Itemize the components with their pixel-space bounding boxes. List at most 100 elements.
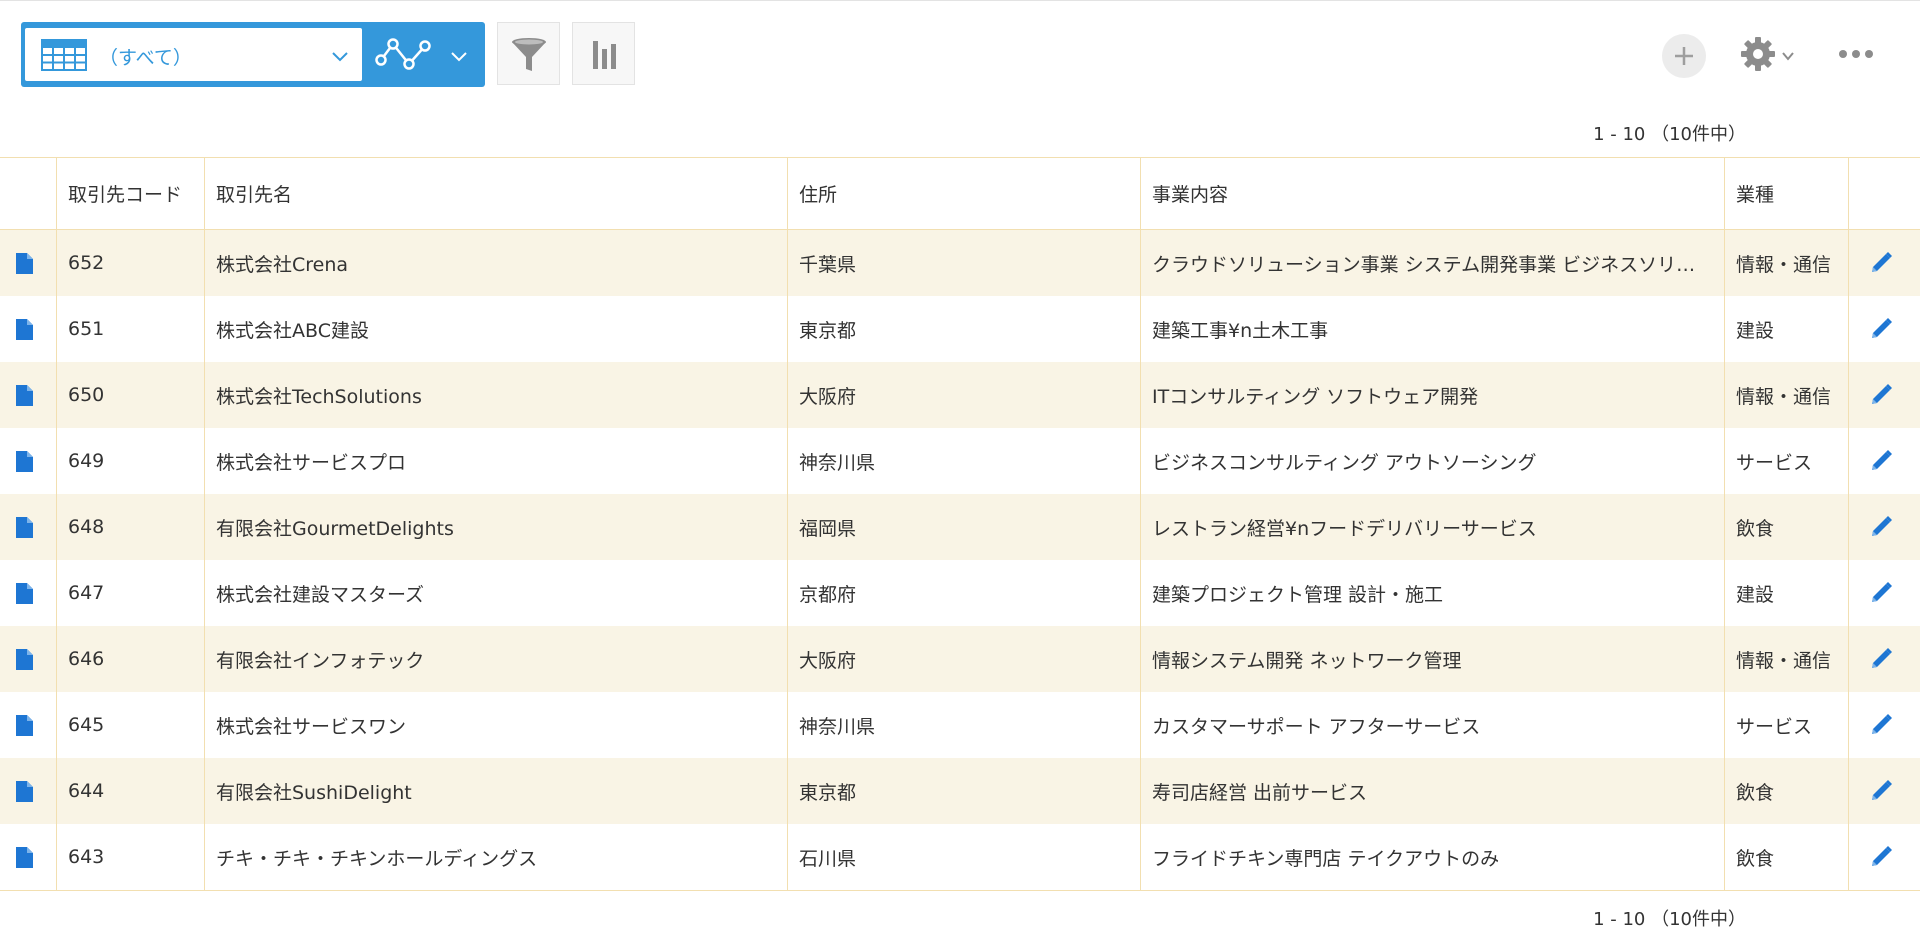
chevron-down-icon bbox=[451, 52, 467, 62]
table-icon bbox=[41, 39, 87, 71]
chart-button[interactable] bbox=[572, 22, 635, 85]
cell-detail bbox=[0, 230, 57, 296]
cell-address: 大阪府 bbox=[788, 626, 1141, 692]
cell-business: 寿司店経営 出前サービス bbox=[1141, 758, 1725, 824]
view-label: （すべて） bbox=[99, 47, 192, 69]
cell-edit bbox=[1849, 230, 1920, 296]
header-business[interactable]: 事業内容 bbox=[1141, 158, 1725, 230]
header-name[interactable]: 取引先名 bbox=[205, 158, 788, 230]
view-selector-group: （すべて） bbox=[21, 22, 485, 87]
add-record-button[interactable] bbox=[1662, 34, 1706, 78]
cell-code: 648 bbox=[57, 494, 205, 560]
header-edit-column bbox=[1849, 158, 1920, 230]
pagination-info-bottom: 1 - 10 （10件中） bbox=[1593, 909, 1746, 930]
edit-pencil-icon[interactable] bbox=[1868, 250, 1894, 276]
cell-industry: 飲食 bbox=[1725, 824, 1849, 890]
cell-business: 建築工事¥n土木工事 bbox=[1141, 296, 1725, 362]
cell-code: 652 bbox=[57, 230, 205, 296]
more-icon[interactable] bbox=[1838, 44, 1874, 64]
cell-industry: 飲食 bbox=[1725, 494, 1849, 560]
cell-industry: 建設 bbox=[1725, 296, 1849, 362]
table-row: 644 有限会社SushiDelight 東京都 寿司店経営 出前サービス 飲食 bbox=[0, 758, 1920, 824]
cell-business: レストラン経営¥nフードデリバリーサービス bbox=[1141, 494, 1725, 560]
record-detail-icon[interactable] bbox=[16, 648, 33, 670]
cell-address: 石川県 bbox=[788, 824, 1141, 890]
cell-business-text: クラウドソリューション事業 システム開発事業 ビジネスソリ… bbox=[1152, 253, 1696, 276]
cell-address: 東京都 bbox=[788, 296, 1141, 362]
edit-pencil-icon[interactable] bbox=[1868, 316, 1894, 342]
cell-address: 大阪府 bbox=[788, 362, 1141, 428]
cell-address: 千葉県 bbox=[788, 230, 1141, 296]
cell-industry: サービス bbox=[1725, 692, 1849, 758]
header-industry[interactable]: 業種 bbox=[1725, 158, 1849, 230]
settings-button[interactable] bbox=[1740, 34, 1802, 74]
cell-industry: 建設 bbox=[1725, 560, 1849, 626]
cell-business-text: フライドチキン専門店 テイクアウトのみ bbox=[1152, 847, 1500, 870]
bar-chart-icon bbox=[593, 41, 616, 69]
cell-edit bbox=[1849, 824, 1920, 890]
header-code[interactable]: 取引先コード bbox=[57, 158, 205, 230]
record-detail-icon[interactable] bbox=[16, 516, 33, 538]
cell-detail bbox=[0, 824, 57, 890]
edit-pencil-icon[interactable] bbox=[1868, 712, 1894, 738]
filter-button[interactable] bbox=[497, 22, 560, 85]
table-row: 645 株式会社サービスワン 神奈川県 カスタマーサポート アフターサービス サービス bbox=[0, 692, 1920, 758]
edit-pencil-icon[interactable] bbox=[1868, 514, 1894, 540]
table-row: 648 有限会社GourmetDelights 福岡県 レストラン経営¥nフードデリバ… bbox=[0, 494, 1920, 560]
cell-business-text: ITコンサルティング ソフトウェア開発 bbox=[1152, 385, 1479, 408]
cell-address: 神奈川県 bbox=[788, 428, 1141, 494]
top-border bbox=[0, 0, 1920, 1]
edit-pencil-icon[interactable] bbox=[1868, 778, 1894, 804]
edit-pencil-icon[interactable] bbox=[1868, 646, 1894, 672]
edit-pencil-icon[interactable] bbox=[1868, 580, 1894, 606]
cell-name: 株式会社Crena bbox=[205, 230, 788, 296]
graph-button[interactable] bbox=[369, 28, 479, 81]
cell-detail bbox=[0, 626, 57, 692]
plus-icon bbox=[1675, 47, 1693, 65]
record-detail-icon[interactable] bbox=[16, 252, 33, 274]
record-detail-icon[interactable] bbox=[16, 780, 33, 802]
pagination-info-top: 1 - 10 （10件中） bbox=[1593, 124, 1746, 145]
cell-code: 643 bbox=[57, 824, 205, 890]
record-detail-icon[interactable] bbox=[16, 846, 33, 868]
graph-icon bbox=[375, 38, 431, 70]
cell-edit bbox=[1849, 428, 1920, 494]
cell-name: 有限会社インフォテック bbox=[205, 626, 788, 692]
cell-edit bbox=[1849, 494, 1920, 560]
record-detail-icon[interactable] bbox=[16, 384, 33, 406]
edit-pencil-icon[interactable] bbox=[1868, 844, 1894, 870]
record-detail-icon[interactable] bbox=[16, 318, 33, 340]
cell-business: 情報システム開発 ネットワーク管理 bbox=[1141, 626, 1725, 692]
cell-edit bbox=[1849, 626, 1920, 692]
cell-code: 650 bbox=[57, 362, 205, 428]
cell-edit bbox=[1849, 560, 1920, 626]
record-detail-icon[interactable] bbox=[16, 714, 33, 736]
cell-edit bbox=[1849, 758, 1920, 824]
table-row: 650 株式会社TechSolutions 大阪府 ITコンサルティング ソフトウェア… bbox=[0, 362, 1920, 428]
cell-code: 647 bbox=[57, 560, 205, 626]
cell-name: チキ・チキ・チキンホールディングス bbox=[205, 824, 788, 890]
cell-edit bbox=[1849, 296, 1920, 362]
cell-name: 株式会社建設マスターズ bbox=[205, 560, 788, 626]
cell-detail bbox=[0, 758, 57, 824]
record-detail-icon[interactable] bbox=[16, 450, 33, 472]
table-row: 649 株式会社サービスプロ 神奈川県 ビジネスコンサルティング アウトソーシング サー… bbox=[0, 428, 1920, 494]
table-row: 647 株式会社建設マスターズ 京都府 建築プロジェクト管理 設計・施工 建設 bbox=[0, 560, 1920, 626]
view-dropdown[interactable]: （すべて） bbox=[25, 28, 362, 81]
table-row: 651 株式会社ABC建設 東京都 建築工事¥n土木工事 建設 bbox=[0, 296, 1920, 362]
cell-name: 株式会社サービスプロ bbox=[205, 428, 788, 494]
cell-business: 建築プロジェクト管理 設計・施工 bbox=[1141, 560, 1725, 626]
cell-business-text: 寿司店経営 出前サービス bbox=[1152, 781, 1368, 804]
header-address[interactable]: 住所 bbox=[788, 158, 1141, 230]
cell-business: ビジネスコンサルティング アウトソーシング bbox=[1141, 428, 1725, 494]
cell-industry: 情報・通信 bbox=[1725, 626, 1849, 692]
chevron-down-icon bbox=[332, 52, 348, 62]
cell-detail bbox=[0, 428, 57, 494]
cell-business-text: 建築プロジェクト管理 設計・施工 bbox=[1152, 583, 1444, 606]
edit-pencil-icon[interactable] bbox=[1868, 382, 1894, 408]
cell-edit bbox=[1849, 692, 1920, 758]
record-detail-icon[interactable] bbox=[16, 582, 33, 604]
edit-pencil-icon[interactable] bbox=[1868, 448, 1894, 474]
cell-code: 649 bbox=[57, 428, 205, 494]
cell-name: 株式会社TechSolutions bbox=[205, 362, 788, 428]
